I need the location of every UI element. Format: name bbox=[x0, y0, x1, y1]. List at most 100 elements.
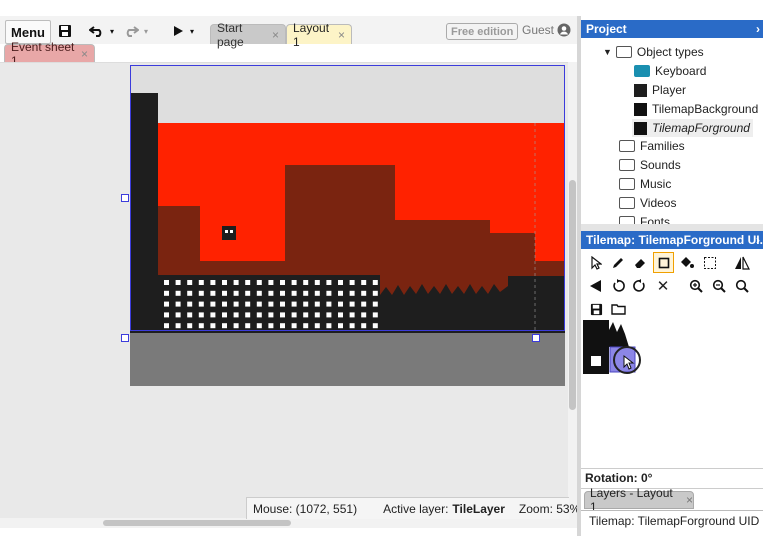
platform-dot bbox=[268, 301, 274, 307]
tree-item-sounds[interactable]: Sounds bbox=[619, 156, 681, 174]
tree-item-keyboard[interactable]: Keyboard bbox=[634, 62, 706, 80]
tree-item-label: Sounds bbox=[640, 158, 681, 172]
folder-icon[interactable] bbox=[608, 299, 628, 319]
resize-handle-bottom[interactable] bbox=[532, 334, 540, 342]
chevron-right-icon[interactable]: › bbox=[756, 233, 760, 247]
divider bbox=[581, 468, 763, 469]
rectangle-tool-icon[interactable] bbox=[653, 252, 674, 273]
platform-dot bbox=[256, 301, 262, 307]
tree-item-tilemap-forground[interactable]: TilemapForground bbox=[632, 119, 753, 137]
platform-dot bbox=[303, 301, 309, 307]
tab-layers-layout-1[interactable]: Layers - Layout 1 × bbox=[584, 486, 694, 514]
rotate-cw-icon[interactable] bbox=[630, 276, 650, 296]
platform-dot bbox=[222, 312, 227, 318]
undo-icon[interactable] bbox=[88, 20, 106, 42]
active-layer-value: TileLayer bbox=[452, 501, 505, 516]
eraser-icon[interactable] bbox=[630, 253, 650, 273]
save-icon[interactable] bbox=[55, 20, 75, 42]
tree-item-videos[interactable]: Videos bbox=[619, 194, 676, 212]
tree-item-label: TilemapBackground bbox=[652, 102, 759, 116]
tab-layout-1[interactable]: Layout 1 × bbox=[286, 21, 352, 49]
zoom-in-icon[interactable] bbox=[686, 276, 706, 296]
platform-dot bbox=[338, 323, 343, 329]
horizontal-scroll-thumb[interactable] bbox=[103, 520, 291, 526]
platform-dot bbox=[210, 323, 216, 329]
expand-triangle-icon[interactable]: ▼ bbox=[603, 47, 612, 57]
platform-dot bbox=[198, 290, 204, 296]
close-icon[interactable]: × bbox=[272, 28, 279, 42]
tab-event-sheet-1[interactable]: Event sheet 1 × bbox=[4, 40, 95, 68]
platform-dot bbox=[245, 290, 251, 296]
save-icon[interactable] bbox=[586, 299, 606, 319]
platform-dot bbox=[233, 312, 239, 318]
resize-handle-bottom-left[interactable] bbox=[121, 334, 129, 342]
platform-dot bbox=[326, 312, 332, 318]
cursor-icon[interactable] bbox=[586, 253, 606, 273]
platform-dot bbox=[361, 312, 367, 318]
user-avatar-icon[interactable] bbox=[557, 23, 571, 40]
platform-dot bbox=[372, 290, 378, 296]
zoom-out-icon[interactable] bbox=[709, 276, 729, 296]
tile-dot[interactable] bbox=[591, 356, 601, 366]
platform-dot bbox=[210, 312, 216, 318]
tab-start-page[interactable]: Start page × bbox=[210, 21, 286, 49]
tree-item-families[interactable]: Families bbox=[619, 137, 685, 155]
tile-spikes[interactable] bbox=[609, 322, 629, 347]
platform-dot bbox=[349, 323, 355, 329]
folder-icon bbox=[619, 197, 635, 209]
platform-dot bbox=[175, 323, 181, 329]
chevron-right-icon[interactable]: › bbox=[756, 22, 760, 36]
tree-item-fonts[interactable]: Fonts bbox=[619, 213, 670, 224]
platform-dot bbox=[164, 323, 169, 329]
resize-handle-left[interactable] bbox=[121, 194, 129, 202]
redo-dropdown-icon[interactable]: ▾ bbox=[142, 20, 150, 42]
selection-box-icon[interactable] bbox=[700, 253, 720, 273]
close-icon[interactable]: × bbox=[338, 28, 345, 42]
play-dropdown-icon[interactable]: ▾ bbox=[188, 20, 196, 42]
panel-splitter-horizontal[interactable] bbox=[581, 224, 763, 231]
vertical-scroll-thumb[interactable] bbox=[569, 180, 576, 410]
platform-dot bbox=[268, 323, 274, 329]
undo-dropdown-icon[interactable]: ▾ bbox=[108, 20, 116, 42]
flip-icon[interactable] bbox=[586, 276, 606, 296]
tree-item-player[interactable]: Player bbox=[634, 81, 686, 99]
tree-item-music[interactable]: Music bbox=[619, 175, 671, 193]
free-edition-badge[interactable]: Free edition bbox=[446, 23, 519, 40]
play-icon[interactable] bbox=[170, 20, 186, 42]
tree-item-tilemap-background[interactable]: TilemapBackground bbox=[634, 100, 758, 118]
redo-icon[interactable] bbox=[122, 20, 140, 42]
platform-dot bbox=[338, 280, 343, 285]
layout-scene[interactable] bbox=[130, 65, 565, 386]
fill-icon[interactable] bbox=[677, 253, 697, 273]
close-icon[interactable]: × bbox=[81, 47, 88, 61]
platform-dot bbox=[175, 312, 181, 318]
platform-dot bbox=[233, 290, 239, 296]
tree-item-label: Player bbox=[652, 83, 687, 97]
reset-icon[interactable]: ✕ bbox=[653, 276, 673, 296]
platform-dot bbox=[175, 290, 181, 296]
zoom-level: Zoom: 53% bbox=[518, 501, 581, 516]
platform-dot bbox=[314, 323, 320, 329]
platform-dot bbox=[280, 312, 285, 318]
platform-dot bbox=[222, 301, 227, 307]
zoom-fit-icon[interactable] bbox=[732, 276, 752, 296]
player-sprite[interactable] bbox=[222, 226, 236, 240]
platform-dot bbox=[256, 312, 262, 318]
platform-dot bbox=[222, 323, 227, 329]
tree-item-object-types[interactable]: ▼ Object types bbox=[603, 43, 704, 61]
rotate-ccw-icon[interactable] bbox=[608, 276, 628, 296]
rotation-readout: Rotation: 0° bbox=[585, 471, 653, 485]
platform-dot bbox=[233, 301, 239, 307]
platform-dot bbox=[245, 312, 251, 318]
close-icon[interactable]: × bbox=[686, 493, 693, 507]
pencil-icon[interactable] bbox=[608, 253, 628, 273]
platform-dot bbox=[303, 323, 309, 329]
mirror-icon[interactable] bbox=[732, 253, 752, 273]
platform-dot bbox=[291, 301, 297, 307]
platform-dot bbox=[245, 280, 251, 285]
status-bar: Mouse: (1072, 551) Active layer: TileLay… bbox=[246, 497, 580, 519]
platform-dot bbox=[338, 301, 343, 307]
platform-dot bbox=[361, 301, 367, 307]
tileset-palette[interactable] bbox=[583, 320, 643, 376]
tree-item-label: Families bbox=[640, 139, 685, 153]
